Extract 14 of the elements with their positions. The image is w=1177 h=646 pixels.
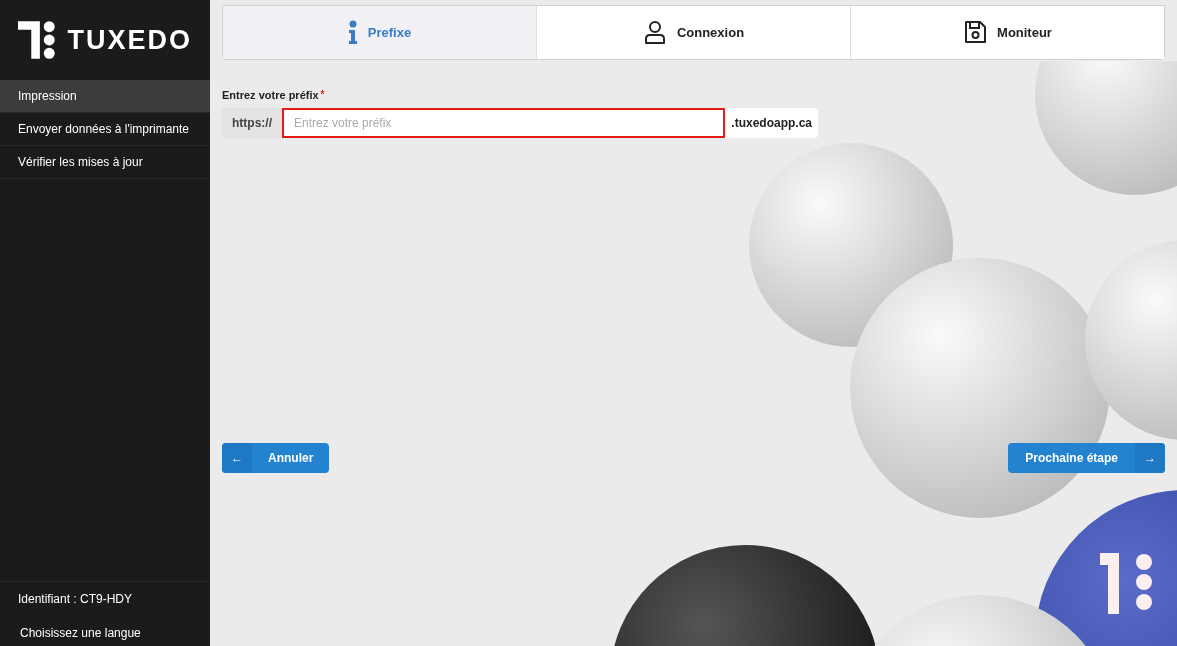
cancel-button[interactable]: ← Annuler [222,442,330,473]
identifier-text: Identifiant : CT9-HDY [18,592,133,606]
language-link[interactable]: Choisissez une langue [20,624,141,642]
info-icon [347,20,358,45]
required-mark: * [320,88,325,102]
prefix-input-field[interactable]: Entrez votre préfix [282,107,726,138]
next-step-button[interactable]: Prochaine étape → [1008,442,1165,473]
url-suffix: .tuxedoapp.ca [725,107,818,138]
sidebar-item[interactable]: Impression [0,80,210,113]
person-icon [642,19,667,46]
step-tab[interactable]: Prefixe [223,6,537,59]
field-label: Entrez votre préfix [222,88,319,103]
brand-name: TUXEDO [67,23,192,57]
url-prefix: https:// [222,107,282,138]
